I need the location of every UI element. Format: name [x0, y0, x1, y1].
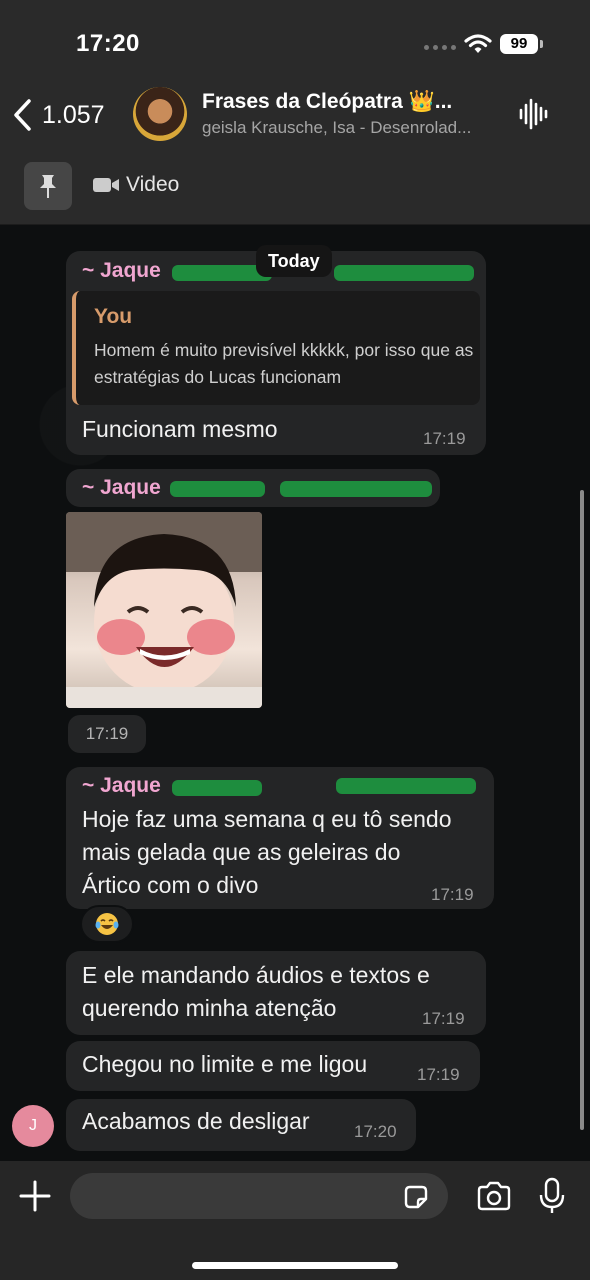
- camera-icon[interactable]: [476, 1181, 512, 1211]
- message-bubble[interactable]: Chegou no limite e me ligou 17:19: [66, 1041, 480, 1091]
- message-time: 17:19: [423, 429, 466, 448]
- chat-header: 1.057 Frases da Cleópatra 👑... geisla Kr…: [0, 80, 590, 225]
- redacted-phone: [336, 778, 476, 794]
- composer-bar: [0, 1161, 590, 1280]
- message-time: 17:19: [431, 885, 474, 904]
- sender-avatar[interactable]: J: [12, 1105, 54, 1147]
- redacted-phone: [280, 481, 432, 497]
- message-input[interactable]: [70, 1173, 448, 1219]
- quote-author: You: [94, 305, 133, 328]
- message-text: Funcionam mesmo: [82, 416, 278, 442]
- message-bubble[interactable]: ~ Jaque Hoje faz uma semana q eu tô send…: [66, 767, 494, 909]
- unread-count: 1.057: [42, 100, 105, 129]
- message-text: Chegou no limite e me ligou: [82, 1051, 368, 1077]
- scrollbar[interactable]: [580, 490, 584, 1130]
- sticker-image[interactable]: [66, 512, 262, 708]
- redacted-name: [170, 481, 265, 497]
- sticker-icon[interactable]: [402, 1183, 430, 1211]
- message-list[interactable]: ~ Jaque Today You Homem é muito previsív…: [0, 225, 590, 1161]
- audio-waveform-icon[interactable]: [518, 98, 548, 130]
- reaction-badge[interactable]: [80, 905, 134, 943]
- message-time: 17:19: [68, 715, 146, 753]
- plus-icon[interactable]: [18, 1179, 52, 1213]
- group-title[interactable]: Frases da Cleópatra 👑...: [202, 90, 452, 114]
- video-call-button[interactable]: Video: [92, 173, 179, 197]
- video-camera-icon: [93, 178, 119, 192]
- message-time: 17:19: [422, 1009, 465, 1028]
- message-bubble[interactable]: Acabamos de desligar 17:20: [66, 1099, 416, 1151]
- microphone-icon[interactable]: [538, 1177, 566, 1215]
- message-bubble[interactable]: ~ Jaque: [66, 469, 440, 507]
- message-time: 17:19: [417, 1065, 460, 1084]
- quoted-message[interactable]: You Homem é muito previsível kkkkk, por …: [72, 291, 480, 405]
- message-text: Acabamos de desligar: [82, 1108, 310, 1134]
- status-time: 17:20: [76, 30, 140, 57]
- wifi-icon: [464, 34, 492, 53]
- smiling-child-sticker-image: [66, 512, 262, 708]
- battery-indicator: 99: [500, 34, 543, 54]
- quote-text: Homem é muito previsível kkkkk, por isso…: [94, 340, 474, 387]
- group-avatar[interactable]: [133, 87, 187, 141]
- cellular-signal-icon: [424, 45, 456, 50]
- group-members[interactable]: geisla Krausche, Isa - Desenrolad...: [202, 118, 471, 138]
- date-divider: Today: [256, 245, 332, 277]
- chevron-left-icon: [14, 99, 31, 131]
- pinned-button[interactable]: [24, 162, 72, 210]
- message-time: 17:20: [354, 1122, 397, 1141]
- sender-name: ~ Jaque: [82, 259, 161, 282]
- redacted-phone: [334, 265, 474, 281]
- message-bubble[interactable]: E ele mandando áudios e textos e querend…: [66, 951, 486, 1035]
- video-label: Video: [126, 173, 180, 196]
- back-button[interactable]: 1.057: [12, 98, 105, 132]
- sender-name: ~ Jaque: [82, 476, 161, 499]
- sender-name: ~ Jaque: [82, 774, 161, 797]
- laughing-tears-emoji-icon: [95, 913, 119, 935]
- pin-icon: [40, 175, 56, 198]
- redacted-name: [172, 780, 262, 796]
- status-bar: 17:20 99: [0, 0, 590, 80]
- home-indicator: [192, 1262, 398, 1269]
- message-text: Hoje faz uma semana q eu tô sendo mais g…: [82, 806, 452, 898]
